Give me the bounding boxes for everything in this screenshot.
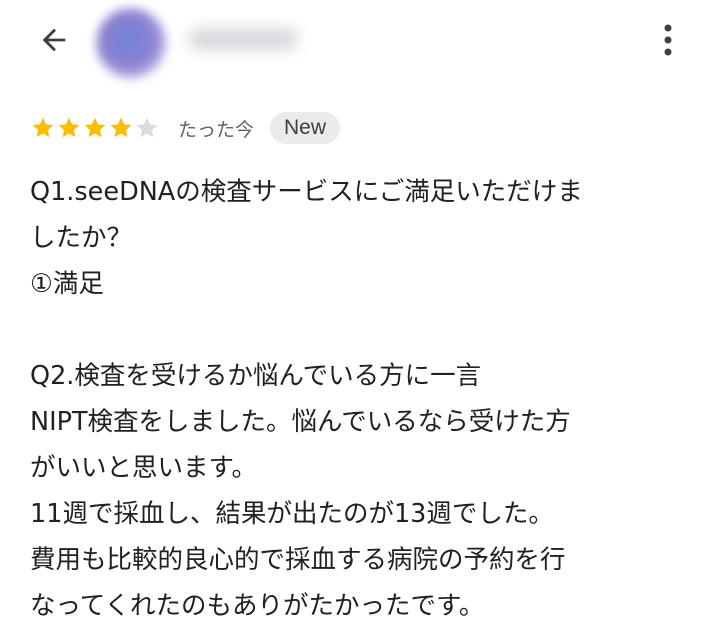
- review-line: Q1.seeDNAの検査サービスにご満足いただけま: [30, 177, 583, 207]
- review-meta: たった今 New: [30, 110, 341, 146]
- review-line: したか？: [30, 223, 133, 253]
- more-options-button[interactable]: [648, 14, 688, 66]
- star-filled-icon: [110, 117, 132, 138]
- star-filled-icon: [84, 117, 106, 138]
- star-rating: [30, 115, 160, 141]
- review-time: たった今: [178, 118, 255, 141]
- star-filled-icon: [58, 117, 80, 138]
- arrow-back-icon: [42, 28, 66, 52]
- reviewer-name-blurred: [188, 28, 298, 50]
- star-empty-icon: [136, 117, 158, 138]
- star-filled-icon: [32, 117, 54, 138]
- review-line: Q2.検査を受けるか悩んでいる方に一言: [30, 361, 482, 391]
- review-body: Q1.seeDNAの検査サービスにご満足いただけま したか？ ①満足 Q2.検査を受け…: [30, 169, 700, 629]
- app-bar: [0, 0, 720, 84]
- review-line: 費用も比較的良心的で採血する病院の予約を行: [30, 545, 566, 575]
- review-line: ①満足: [30, 269, 104, 299]
- back-button[interactable]: [30, 16, 78, 64]
- avatar[interactable]: [96, 8, 166, 78]
- new-badge: New: [270, 112, 341, 144]
- more-vert-icon: [664, 24, 672, 56]
- review-line: なってくれたのもありがたかったです。: [30, 591, 485, 621]
- review-line: 11週で採血し、結果が出たのが13週でした。: [30, 499, 554, 529]
- review-line: NIPT検査をしました。悩んでいるなら受けた方: [30, 407, 571, 437]
- review-blank-line: [30, 307, 700, 353]
- review-line: がいいと思います。: [30, 453, 257, 483]
